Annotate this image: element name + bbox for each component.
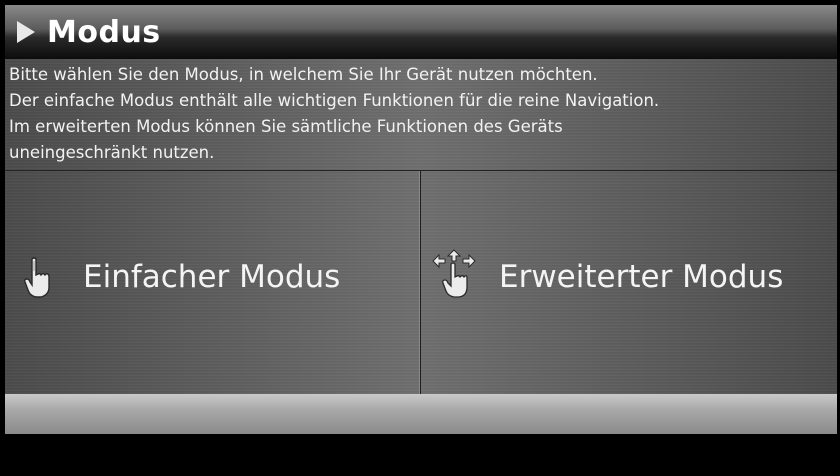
bottom-bar [5, 394, 837, 434]
play-arrow-icon [17, 21, 35, 43]
bottom-frame [5, 434, 837, 471]
advanced-mode-button[interactable]: Erweiterter Modus [421, 171, 837, 394]
description-line: Der einfache Modus enthält alle wichtige… [9, 91, 660, 110]
simple-mode-button[interactable]: Einfacher Modus [5, 171, 421, 394]
device-screen: Modus Bitte wählen Sie den Modus, in wel… [0, 0, 840, 476]
advanced-mode-label: Erweiterter Modus [499, 259, 784, 295]
description-line: Bitte wählen Sie den Modus, in welchem S… [9, 65, 598, 84]
mode-description: Bitte wählen Sie den Modus, in welchem S… [5, 59, 837, 171]
description-line: Im erweiterten Modus können Sie sämtlich… [9, 117, 563, 136]
single-finger-hand-icon [24, 257, 50, 298]
title-bar: Modus [5, 5, 837, 59]
description-line: uneingeschränkt nutzen. [9, 143, 215, 162]
content-panel: Bitte wählen Sie den Modus, in welchem S… [5, 59, 837, 394]
multi-arrow-hand-icon [432, 249, 476, 298]
mode-selection: Einfacher Modus Erweiterter Modus [5, 171, 837, 394]
page-title: Modus [47, 14, 161, 50]
simple-mode-label: Einfacher Modus [83, 259, 341, 295]
